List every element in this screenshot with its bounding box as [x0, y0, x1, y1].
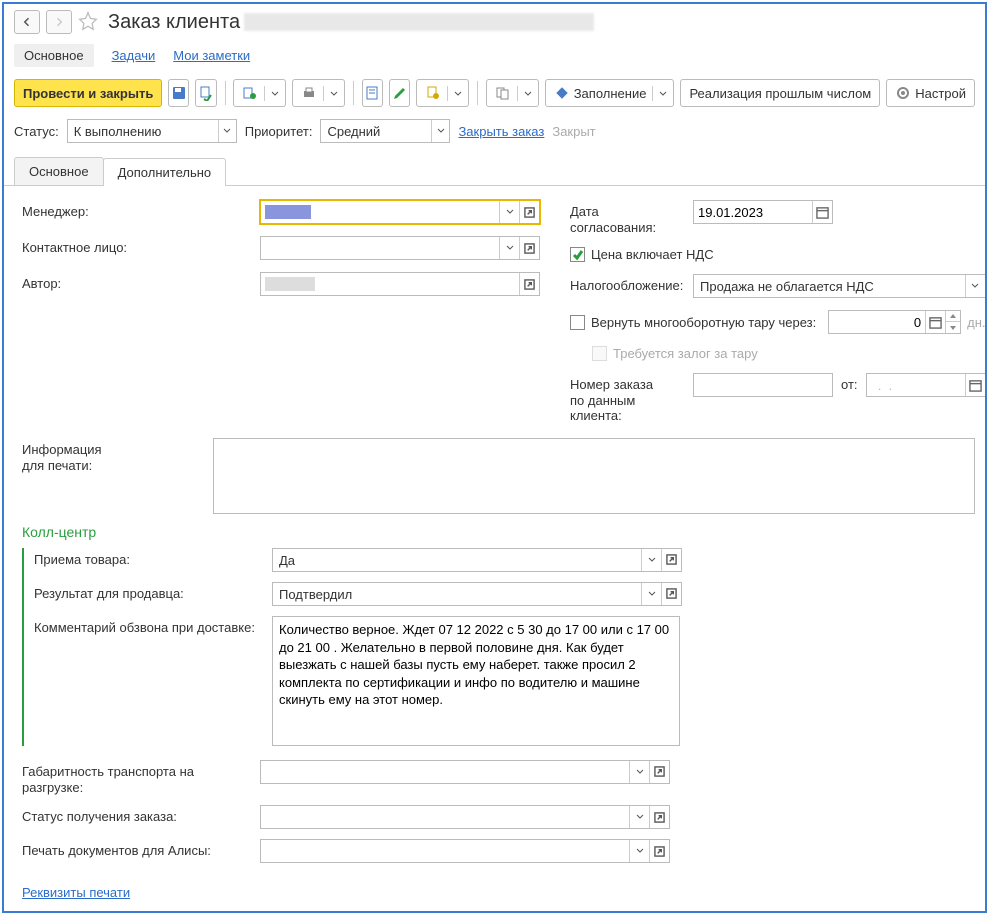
seller-result-label: Результат для продавца: — [34, 582, 264, 602]
view-main[interactable]: Основное — [14, 44, 94, 67]
print-button[interactable] — [292, 79, 345, 107]
client-order-date-input[interactable] — [866, 373, 986, 397]
receive-select[interactable]: Да — [272, 548, 682, 572]
settings-button[interactable]: Настрой — [886, 79, 975, 107]
spinner[interactable] — [945, 311, 960, 333]
title-redacted — [244, 13, 594, 31]
from-label: от: — [841, 373, 858, 392]
transport-label: Габаритность транспорта на разгрузке: — [22, 760, 252, 795]
forward-button[interactable] — [46, 10, 72, 34]
open-icon[interactable] — [519, 273, 539, 295]
agree-date-input[interactable] — [693, 200, 833, 224]
status-select[interactable]: К выполнению — [67, 119, 237, 143]
chevron-down-icon[interactable] — [652, 86, 673, 101]
edit-button[interactable] — [389, 79, 410, 107]
open-icon[interactable] — [649, 806, 669, 828]
priority-select[interactable]: Средний — [320, 119, 450, 143]
return-tara-checkbox[interactable] — [570, 315, 585, 330]
seller-result-select[interactable]: Подтвердил — [272, 582, 682, 606]
chevron-down-icon[interactable] — [499, 237, 519, 259]
fill-button[interactable]: Заполнение — [545, 79, 675, 107]
print-requisites-link[interactable]: Реквизиты печати — [22, 885, 130, 900]
days-label: дн. — [967, 315, 985, 330]
agree-date-label: Дата согласования: — [570, 200, 685, 235]
transport-select[interactable] — [260, 760, 670, 784]
author-input[interactable] — [260, 272, 540, 296]
open-icon[interactable] — [649, 761, 669, 783]
manager-label: Менеджер: — [22, 200, 252, 220]
view-notes[interactable]: Мои заметки — [173, 48, 250, 63]
calendar-icon[interactable] — [965, 374, 985, 396]
author-label: Автор: — [22, 272, 252, 292]
order-status-label: Статус получения заказа: — [22, 805, 252, 825]
view-tasks[interactable]: Задачи — [112, 48, 156, 63]
star-icon[interactable] — [78, 11, 98, 34]
open-icon[interactable] — [519, 201, 539, 223]
call-center-title: Колл-центр — [22, 524, 975, 540]
print-info-label: Информациядля печати: — [22, 438, 205, 473]
chevron-down-icon[interactable] — [629, 840, 649, 862]
save-button[interactable] — [168, 79, 189, 107]
chevron-down-icon[interactable] — [629, 761, 649, 783]
open-icon[interactable] — [661, 549, 681, 571]
calendar-icon[interactable] — [812, 201, 832, 223]
tab-main[interactable]: Основное — [14, 157, 104, 185]
delivery-comment-label: Комментарий обзвона при доставке: — [34, 616, 264, 636]
receive-label: Приема товара: — [34, 548, 264, 568]
contact-label: Контактное лицо: — [22, 236, 252, 256]
client-order-no-input[interactable] — [693, 373, 833, 397]
create-based-on-button[interactable] — [233, 79, 286, 107]
manager-input[interactable] — [260, 200, 540, 224]
post-and-close-button[interactable]: Провести и закрыть — [14, 79, 162, 107]
calendar-icon[interactable] — [925, 311, 945, 333]
open-icon[interactable] — [519, 237, 539, 259]
realization-button[interactable]: Реализация прошлым числом — [680, 79, 880, 107]
order-status-select[interactable] — [260, 805, 670, 829]
closed-label: Закрыт — [552, 124, 595, 139]
tab-additional[interactable]: Дополнительно — [103, 158, 227, 186]
open-icon[interactable] — [649, 840, 669, 862]
contact-input[interactable] — [260, 236, 540, 260]
back-button[interactable] — [14, 10, 40, 34]
chevron-down-icon[interactable] — [218, 120, 236, 142]
chevron-down-icon[interactable] — [641, 583, 661, 605]
page-title: Заказ клиента — [108, 11, 594, 34]
status-label: Статус: — [14, 124, 59, 139]
alice-docs-select[interactable] — [260, 839, 670, 863]
reports-button[interactable] — [362, 79, 383, 107]
post-button[interactable] — [195, 79, 216, 107]
tax-label: Налогообложение: — [570, 274, 685, 294]
open-icon[interactable] — [661, 583, 681, 605]
chevron-down-icon[interactable] — [447, 86, 468, 101]
return-tara-value[interactable] — [828, 310, 961, 334]
chevron-down-icon[interactable] — [264, 86, 285, 101]
chevron-down-icon[interactable] — [431, 120, 449, 142]
price-vat-label: Цена включает НДС — [591, 247, 714, 262]
print-info-textarea[interactable] — [213, 438, 975, 514]
author-redacted — [265, 277, 315, 291]
attachments-button[interactable] — [416, 79, 469, 107]
chevron-down-icon[interactable] — [629, 806, 649, 828]
return-tara-label: Вернуть многооборотную тару через: — [591, 315, 816, 330]
close-order-link[interactable]: Закрыть заказ — [458, 124, 544, 139]
priority-label: Приоритет: — [245, 124, 313, 139]
chevron-down-icon[interactable] — [517, 86, 538, 101]
deposit-checkbox — [592, 346, 607, 361]
chevron-down-icon[interactable] — [323, 86, 344, 101]
copy-button[interactable] — [486, 79, 539, 107]
chevron-down-icon[interactable] — [499, 201, 519, 223]
alice-docs-label: Печать документов для Алисы: — [22, 839, 252, 859]
tax-select[interactable]: Продажа не облагается НДС — [693, 274, 986, 298]
deposit-label: Требуется залог за тару — [613, 346, 758, 361]
price-vat-checkbox[interactable] — [570, 247, 585, 262]
client-order-no-label: Номер заказапо данным клиента: — [570, 373, 685, 424]
chevron-down-icon[interactable] — [641, 549, 661, 571]
chevron-down-icon[interactable] — [965, 275, 985, 297]
delivery-comment-textarea[interactable]: Количество верное. Ждет 07 12 2022 с 5 3… — [272, 616, 680, 746]
manager-redacted — [265, 205, 311, 219]
